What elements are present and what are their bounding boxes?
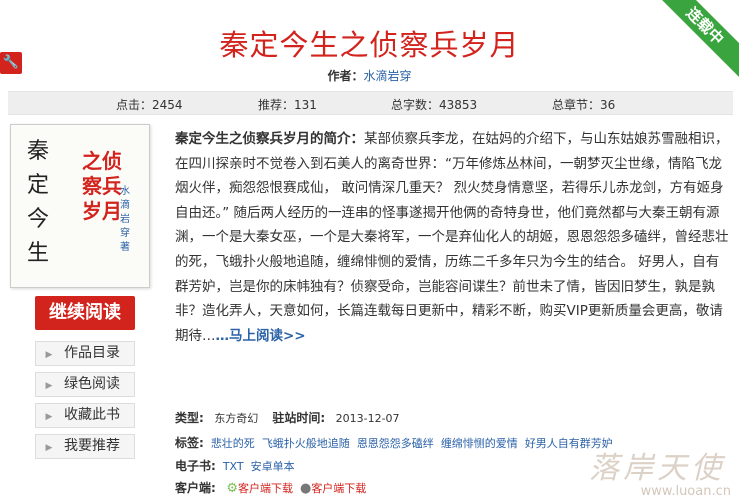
continue-reading-button[interactable]: 继续阅读 <box>35 296 135 330</box>
synopsis-heading: 秦定今生之侦察兵岁月的简介： <box>175 131 364 147</box>
arrow-right-icon: ▶ <box>45 381 53 391</box>
stats-bar: 点击：2454 推荐：131 总字数：43853 总章节：36 <box>8 91 733 115</box>
android-icon: ⚙ <box>226 481 238 496</box>
author-link[interactable]: 水滴岩穿 <box>364 69 412 83</box>
green-reading-label: 绿色阅读 <box>64 376 120 392</box>
tag-link[interactable]: 悲壮的死 <box>211 437 255 450</box>
apple-icon: ● <box>299 481 312 496</box>
android-client-download-link[interactable]: 客户端下载 <box>238 482 293 495</box>
type-label: 类型: <box>175 411 204 425</box>
catalog-button[interactable]: ▶ 作品目录 <box>35 341 135 366</box>
meta-type-row: 类型: 东方奇幻 驻站时间: 2013-12-07 <box>175 409 400 426</box>
author-label: 作者： <box>327 69 364 83</box>
watermark-url: www.luoan.cn <box>640 484 731 499</box>
watermark-text: 落岸天使 <box>589 451 725 486</box>
chapter-count: 总章节：36 <box>552 98 616 112</box>
cover-char: 秦 <box>26 139 49 164</box>
click-count: 点击：2454 <box>116 98 183 112</box>
tag-link[interactable]: 缠绵悱恻的爱情 <box>441 437 518 450</box>
meta-client-row: 客户端: ⚙客户端下载 ●客户端下载 <box>175 479 373 496</box>
cover-char: 今 <box>26 207 49 232</box>
bookmark-button[interactable]: ▶ 收藏此书 <box>35 403 135 428</box>
cover-subtitle-line: 之侦 <box>82 149 122 173</box>
read-now-link[interactable]: …马上阅读>> <box>216 328 306 344</box>
green-reading-button[interactable]: ▶ 绿色阅读 <box>35 372 135 397</box>
client-label: 客户端: <box>175 481 216 495</box>
book-cover[interactable]: 秦 定 今 生 之侦 察兵 岁月 水滴岩穿著 <box>10 124 150 288</box>
ebook-label: 电子书: <box>175 459 216 473</box>
tags-label: 标签: <box>175 436 204 450</box>
cover-title-column: 秦 定 今 生 <box>25 135 51 271</box>
ebook-txt-link[interactable]: TXT <box>223 460 244 473</box>
cover-char: 定 <box>26 173 49 198</box>
cover-pen-name: 水滴岩穿著 <box>120 186 130 253</box>
author-line: 作者：水滴岩穿 <box>0 67 739 84</box>
recommend-label: 我要推荐 <box>64 438 120 454</box>
meta-ebook-row: 电子书: TXT 安卓单本 <box>175 457 302 474</box>
type-value: 东方奇幻 <box>214 412 259 425</box>
ios-client-download-link[interactable]: 客户端下载 <box>311 482 366 495</box>
arrow-right-icon: ▶ <box>45 350 53 360</box>
word-count: 总字数：43853 <box>391 98 478 112</box>
tag-link[interactable]: 飞蛾扑火般地追随 <box>262 437 350 450</box>
book-title: 秦定今生之侦察兵岁月 <box>219 28 520 62</box>
recommend-button[interactable]: ▶ 我要推荐 <box>35 434 135 459</box>
tag-link[interactable]: 恩恩怨怨多磕绊 <box>357 437 434 450</box>
arrow-right-icon: ▶ <box>45 412 53 422</box>
ebook-android-link[interactable]: 安卓单本 <box>251 460 295 473</box>
cover-char: 生 <box>26 241 49 266</box>
arrow-right-icon: ▶ <box>45 443 53 453</box>
recommend-count: 推荐：131 <box>258 98 317 112</box>
synopsis: 秦定今生之侦察兵岁月的简介：某部侦察兵李龙，在姑妈的介绍下，与山东姑娘苏雪融相识… <box>175 127 730 348</box>
catalog-label: 作品目录 <box>64 345 120 361</box>
meta-tags-row: 标签: 悲壮的死 飞蛾扑火般地追随 恩恩怨怨多磕绊 缠绵悱恻的爱情 好男人自有群芳妒 <box>175 434 620 451</box>
date-label: 驻站时间: <box>272 411 326 425</box>
bookmark-label: 收藏此书 <box>64 407 120 423</box>
date-value: 2013-12-07 <box>335 412 400 425</box>
synopsis-body: 某部侦察兵李龙，在姑妈的介绍下，与山东姑娘苏雪融相识，在四川探亲时不觉卷入到石美… <box>175 131 729 344</box>
